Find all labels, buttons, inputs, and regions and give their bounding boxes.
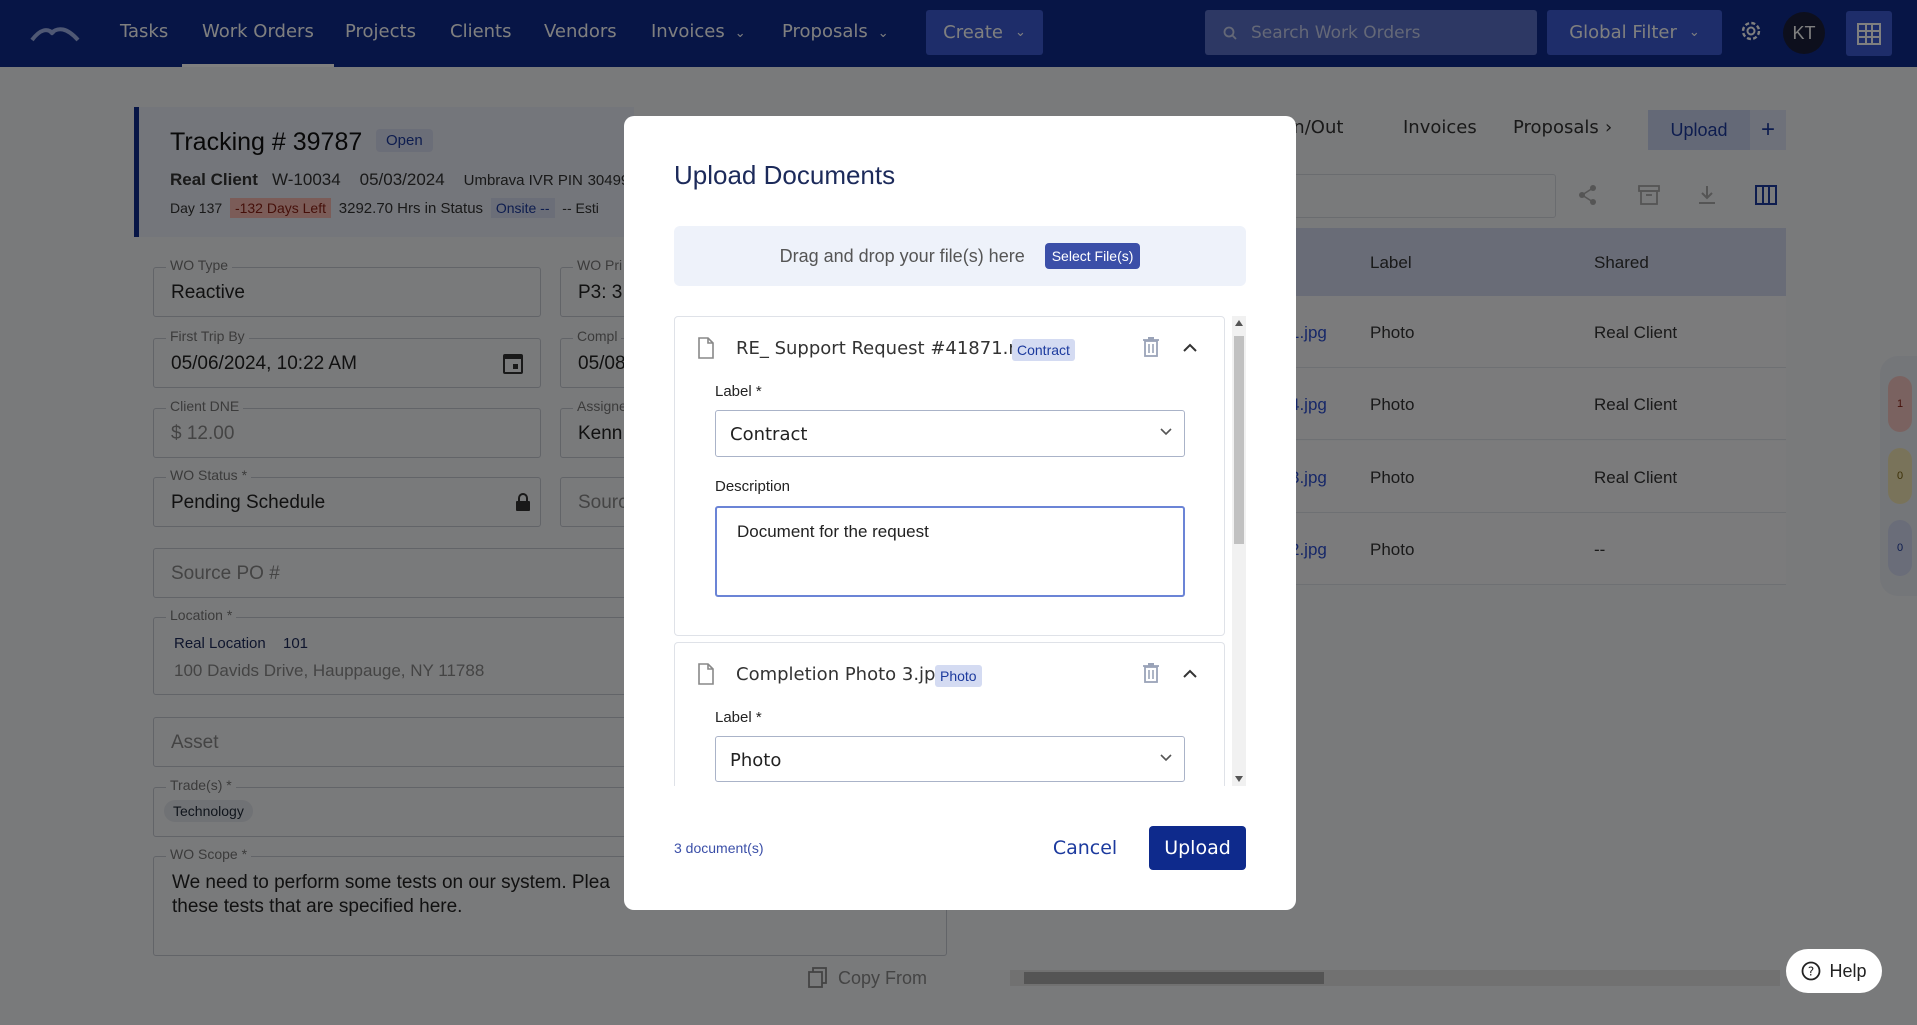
trash-icon[interactable]	[1142, 663, 1160, 683]
document-count: 3 document(s)	[674, 840, 764, 856]
cancel-button[interactable]: Cancel	[1044, 826, 1126, 870]
help-button[interactable]: ? Help	[1786, 949, 1882, 993]
scroll-down-arrow[interactable]	[1235, 776, 1243, 782]
description-textarea[interactable]: Document for the request	[715, 506, 1185, 597]
label-select[interactable]: Contract	[715, 410, 1185, 457]
document-type-badge: Contract	[1012, 339, 1075, 361]
select-files-button[interactable]: Select File(s)	[1044, 243, 1141, 269]
upload-button[interactable]: Upload	[1149, 826, 1246, 870]
file-icon	[698, 663, 714, 685]
file-dropzone[interactable]: Drag and drop your file(s) here Select F…	[674, 226, 1246, 286]
chevron-down-icon	[1160, 754, 1172, 762]
scroll-up-arrow[interactable]	[1235, 320, 1243, 326]
description-field-title: Description	[715, 478, 791, 495]
label-select-value: Contract	[730, 424, 808, 445]
svg-text:?: ?	[1808, 965, 1814, 979]
document-name: RE_ Support Request #41871.msg	[736, 338, 1047, 359]
dropzone-text: Drag and drop your file(s) here	[779, 245, 1025, 266]
label-select[interactable]: Photo	[715, 736, 1185, 782]
file-icon	[698, 337, 714, 359]
chevron-up-icon[interactable]	[1182, 343, 1198, 353]
document-list-scrollbar[interactable]	[1232, 316, 1246, 786]
chevron-up-icon[interactable]	[1182, 669, 1198, 679]
upload-documents-modal: Upload Documents Drag and drop your file…	[624, 116, 1296, 910]
modal-title: Upload Documents	[674, 160, 896, 190]
document-type-badge: Photo	[935, 665, 982, 687]
label-select-value: Photo	[730, 750, 782, 771]
help-label: Help	[1829, 960, 1867, 981]
description-value: Document for the request	[737, 522, 929, 541]
document-card: RE_ Support Request #41871.msg Contract …	[674, 316, 1225, 636]
scroll-thumb[interactable]	[1234, 336, 1244, 544]
chevron-down-icon	[1160, 428, 1172, 436]
document-name: Completion Photo 3.jpg	[736, 664, 947, 685]
trash-icon[interactable]	[1142, 337, 1160, 357]
label-field-title: Label *	[715, 383, 762, 400]
help-icon: ?	[1802, 961, 1821, 981]
document-card: Completion Photo 3.jpg Photo Label * Pho…	[674, 642, 1225, 786]
label-field-title: Label *	[715, 709, 762, 726]
